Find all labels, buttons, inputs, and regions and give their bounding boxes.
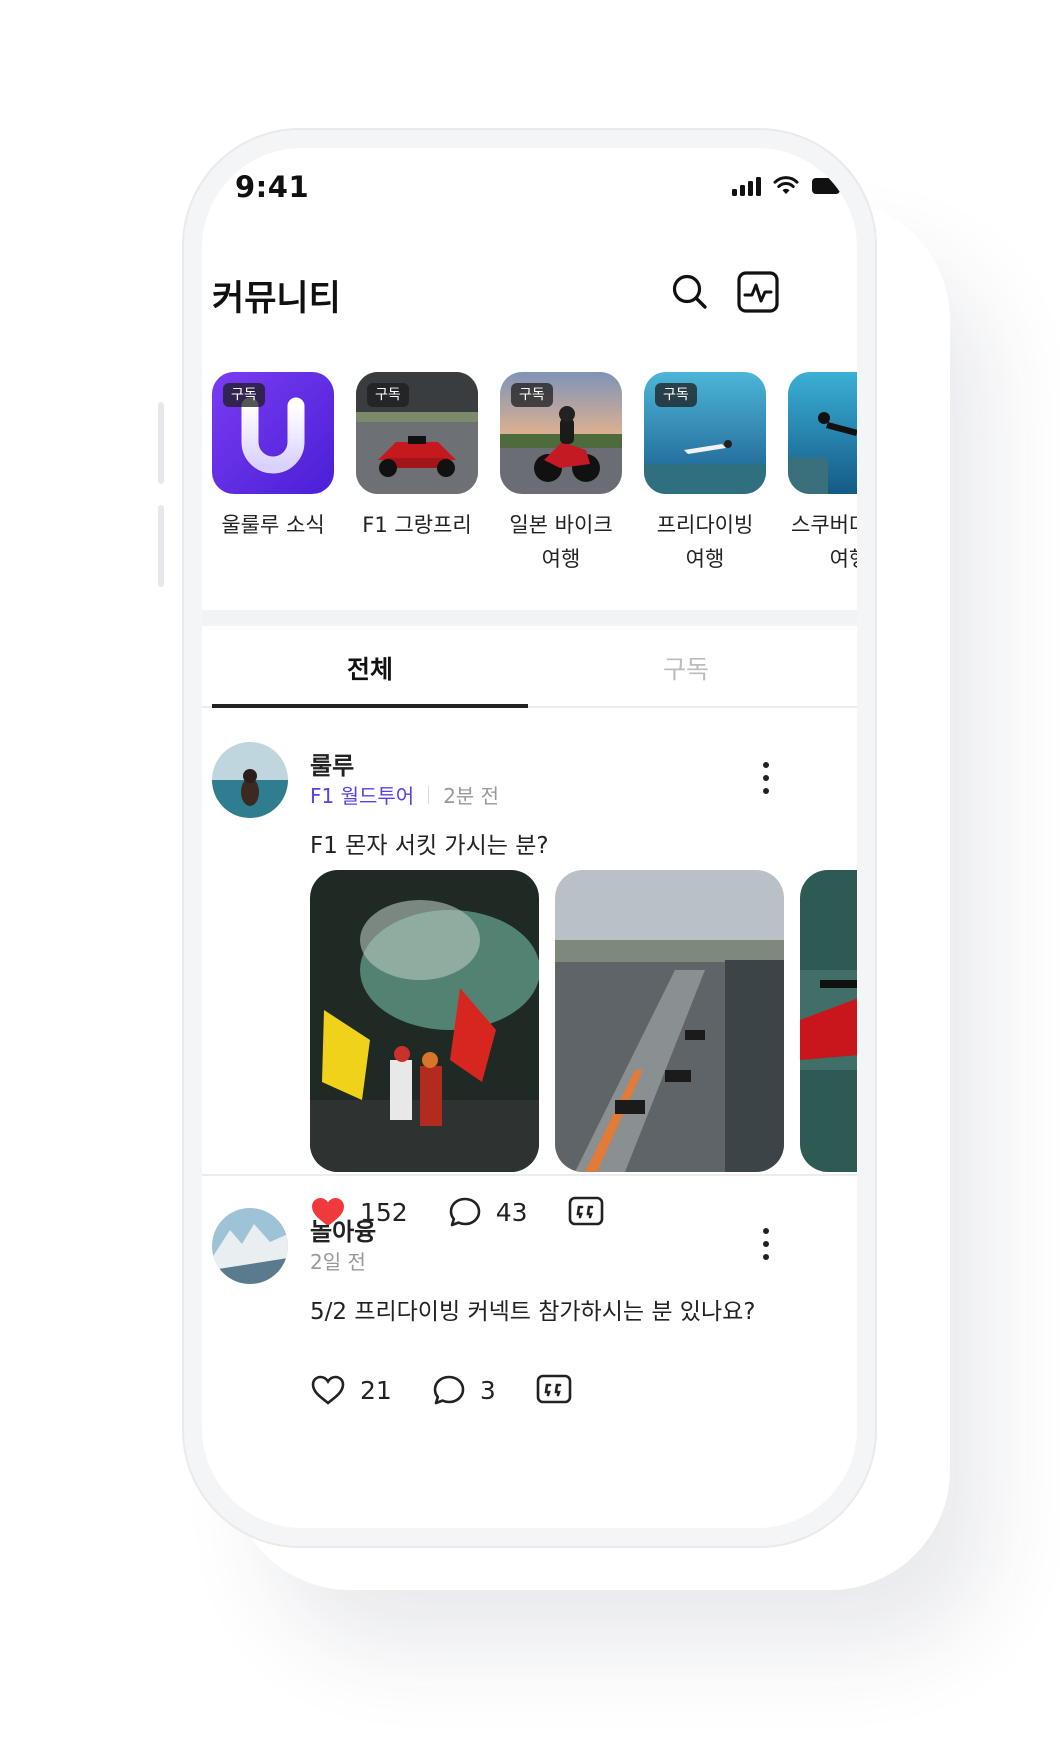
like-button[interactable]: 21: [310, 1374, 392, 1406]
channel-label: 스쿠버다이빙 여행: [791, 513, 857, 571]
comment-count: 3: [479, 1375, 496, 1405]
section-divider: [202, 610, 857, 626]
like-count: 21: [360, 1375, 392, 1405]
avatar[interactable]: [212, 742, 288, 818]
channel-label: 프리다이빙 여행: [656, 513, 754, 571]
post-actions: 21 3: [310, 1370, 626, 1410]
quote-button[interactable]: [536, 1374, 586, 1406]
page-title: 커뮤니티: [212, 279, 341, 319]
feed-tabs: 전체 구독: [202, 626, 857, 708]
scuba-image: [788, 372, 857, 494]
heart-outline-icon: [311, 1375, 345, 1405]
post-photo[interactable]: [310, 870, 539, 1172]
post-text: 5/2 프리다이빙 커넥트 참가하시는 분 있나요?: [310, 1299, 756, 1325]
pit-lane-photo: [555, 870, 784, 1172]
avatar-image: [212, 1208, 288, 1284]
status-bar: 9:41: [202, 148, 857, 238]
channel-label: 울룰루 소식: [221, 513, 325, 537]
channel-thumb-scuba: [788, 372, 857, 494]
phone-screen: 9:41 커뮤니티 구독 울룰루 소식 구독 F1 그랑프리 구독 일본 바이크…: [202, 148, 857, 1528]
channel-item[interactable]: 구독 울룰루 소식: [212, 372, 334, 542]
app-header: 커뮤니티: [202, 258, 857, 328]
post-meta: 2일 전: [310, 1246, 366, 1275]
channel-label: 일본 바이크 여행: [509, 513, 613, 571]
channel-thumb-logo: 구독: [212, 372, 334, 494]
subscribed-badge: 구독: [367, 383, 409, 407]
comment-icon: [433, 1375, 465, 1405]
channel-thumb-f1: 구독: [356, 372, 478, 494]
post: 룰루 F1 월드투어 2분 전 F1 몬자 서킷 가시는 분? 152 43: [202, 708, 857, 1227]
avatar[interactable]: [212, 1208, 288, 1284]
post-photo[interactable]: [555, 870, 784, 1172]
status-time: 9:41: [235, 170, 310, 204]
activity-icon[interactable]: [734, 268, 782, 316]
canvas: 9:41 커뮤니티 구독 울룰루 소식 구독 F1 그랑프리 구독 일본 바이크…: [0, 0, 1060, 1748]
post-author[interactable]: 놀아융: [310, 1212, 376, 1247]
channel-item[interactable]: 구독 프리다이빙 여행: [644, 372, 766, 576]
channel-label: F1 그랑프리: [362, 513, 472, 537]
more-options-icon[interactable]: [756, 762, 776, 802]
wifi-icon: [773, 176, 799, 194]
subscribed-badge: 구독: [223, 383, 265, 407]
quote-icon: [536, 1374, 572, 1404]
post-time: 2분 전: [443, 784, 500, 808]
comment-button[interactable]: 3: [432, 1374, 496, 1406]
channel-item[interactable]: 구독 일본 바이크 여행: [500, 372, 622, 576]
phone-volume-up: [158, 402, 164, 484]
channel-carousel[interactable]: 구독 울룰루 소식 구독 F1 그랑프리 구독 일본 바이크 여행 구독 프리다…: [202, 372, 857, 571]
channel-thumb-bike: 구독: [500, 372, 622, 494]
search-icon[interactable]: [668, 270, 712, 314]
post-text: F1 몬자 서킷 가시는 분?: [310, 833, 549, 859]
channel-item[interactable]: 구독 F1 그랑프리: [356, 372, 478, 542]
post-channel-link[interactable]: F1 월드투어: [310, 780, 414, 809]
ferrari-fans-photo: [310, 870, 539, 1172]
cellular-signal-icon: [732, 176, 761, 196]
post-time: 2일 전: [310, 1250, 366, 1274]
more-options-icon[interactable]: [756, 1228, 776, 1268]
post-photo[interactable]: [800, 870, 857, 1172]
avatar-image: [212, 742, 288, 818]
post: 놀아융 2일 전 5/2 프리다이빙 커넥트 참가하시는 분 있나요? 21 3: [202, 1174, 857, 1528]
channel-thumb-freedive: 구독: [644, 372, 766, 494]
post-meta: F1 월드투어 2분 전: [310, 780, 499, 809]
status-icons: [732, 176, 845, 196]
subscribed-badge: 구독: [655, 383, 697, 407]
meta-separator: [428, 785, 430, 804]
red-f1-car-photo: [800, 870, 857, 1172]
post-author[interactable]: 룰루: [310, 746, 354, 781]
post-gallery[interactable]: [310, 870, 857, 1172]
tab-all[interactable]: 전체: [212, 626, 528, 708]
tab-subscribed[interactable]: 구독: [528, 626, 844, 708]
battery-icon: [812, 178, 844, 194]
phone-volume-down: [158, 505, 164, 587]
channel-item[interactable]: 스쿠버다이빙 여행: [788, 372, 857, 576]
subscribed-badge: 구독: [511, 383, 553, 407]
